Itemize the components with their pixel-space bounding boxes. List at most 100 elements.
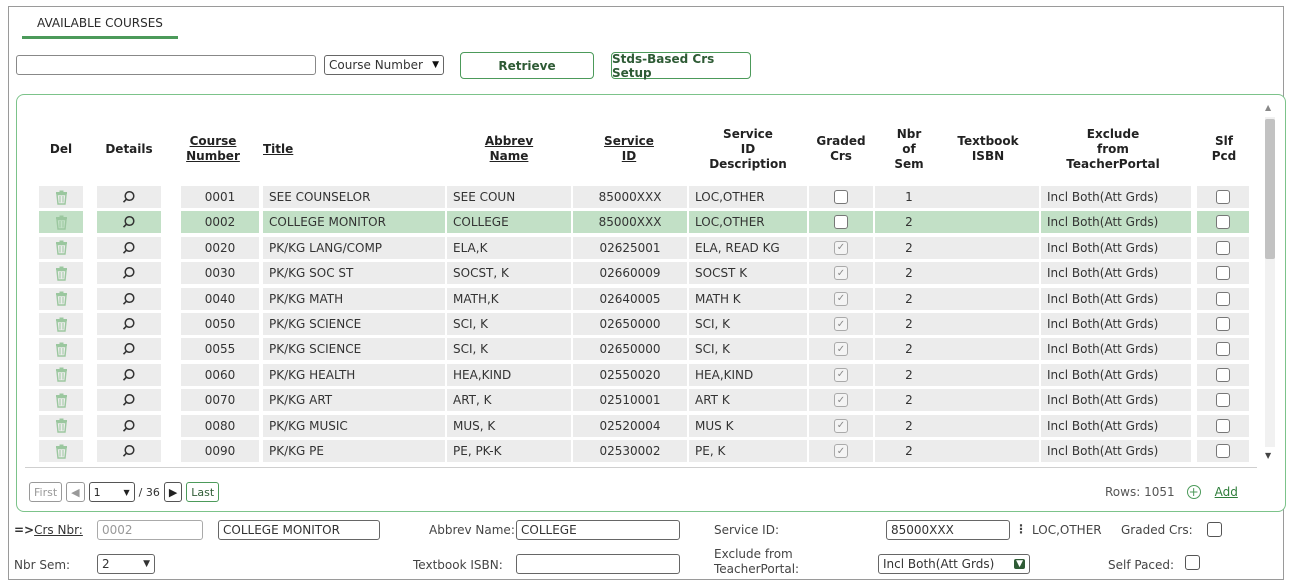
search-icon[interactable] xyxy=(122,419,136,433)
table-row[interactable]: 0040 PK/KG MATH MATH,K 02640005 MATH K ✓ 2 Incl… xyxy=(17,287,1257,312)
graded-checkbox[interactable]: ✓ xyxy=(834,317,848,331)
col-abbrev-name[interactable]: Abbrev Name xyxy=(449,117,569,181)
trash-icon[interactable] xyxy=(55,367,68,382)
cell-service-id: 02510001 xyxy=(573,389,687,412)
search-icon[interactable] xyxy=(122,444,136,458)
cell-abbrev: PE, PK-K xyxy=(447,440,571,462)
search-icon[interactable] xyxy=(122,215,136,229)
table-row[interactable]: 0055 PK/KG SCIENCE SCI, K 02650000 SCI, K ✓ 2 I… xyxy=(17,337,1257,362)
table-row[interactable]: 0050 PK/KG SCIENCE SCI, K 02650000 SCI, K ✓ 2 I… xyxy=(17,312,1257,337)
scroll-up-icon[interactable]: ▲ xyxy=(1265,103,1271,112)
self-paced-checkbox[interactable] xyxy=(1216,393,1230,408)
crs-nbr-link[interactable]: Crs Nbr: xyxy=(34,523,83,537)
self-paced-checkbox[interactable] xyxy=(1216,317,1230,331)
prev-page-button[interactable]: ◀ xyxy=(66,482,85,502)
search-input[interactable] xyxy=(16,55,316,75)
col-self-paced: Slf Pcd xyxy=(1211,134,1237,163)
trash-icon[interactable] xyxy=(55,444,68,459)
table-row[interactable]: 0001 SEE COUNSELOR SEE COUN 85000XXX LOC,OTH… xyxy=(17,185,1257,210)
graded-cell xyxy=(809,211,873,234)
graded-checkbox[interactable]: ✓ xyxy=(834,240,848,255)
add-plus-icon[interactable]: + xyxy=(1186,485,1201,499)
cell-service-desc: SOCST K xyxy=(689,262,807,285)
self-paced-checkbox[interactable] xyxy=(1216,291,1230,306)
col-title[interactable]: Title xyxy=(263,117,443,181)
graded-checkbox[interactable] xyxy=(834,215,848,230)
graded-checkbox[interactable]: ✓ xyxy=(834,444,848,458)
first-page-button[interactable]: First xyxy=(29,482,63,502)
exclude-teacherportal-select[interactable]: Incl Both(Att Grds) ▼ xyxy=(878,554,1030,574)
cell-title: PK/KG LANG/COMP xyxy=(263,236,445,259)
table-row[interactable]: 0002 COLLEGE MONITOR COLLEGE 85000XXX LOC,OT… xyxy=(17,210,1257,235)
trash-icon[interactable] xyxy=(55,342,68,357)
scroll-down-icon[interactable]: ▼ xyxy=(1265,451,1271,460)
table-row[interactable]: 0030 PK/KG SOC ST SOCST, K 02660009 SOCST K ✓… xyxy=(17,261,1257,286)
textbook-isbn-field[interactable] xyxy=(516,554,680,574)
self-paced-checkbox[interactable] xyxy=(1216,190,1230,204)
self-paced-checkbox[interactable] xyxy=(1216,342,1230,357)
self-paced-checkbox[interactable] xyxy=(1216,215,1230,230)
search-icon[interactable] xyxy=(122,190,136,204)
course-title-field[interactable]: COLLEGE MONITOR xyxy=(218,520,380,540)
graded-checkbox[interactable]: ✓ xyxy=(834,291,848,306)
self-paced-checkbox[interactable] xyxy=(1216,266,1230,281)
caret-right-icon: ▶ xyxy=(168,485,178,499)
table-row[interactable]: 0060 PK/KG HEALTH HEA,KIND 02550020 HEA,KIND… xyxy=(17,363,1257,388)
trash-icon[interactable] xyxy=(55,317,68,332)
retrieve-button[interactable]: Retrieve xyxy=(460,52,594,79)
trash-icon[interactable] xyxy=(55,418,68,433)
graded-checkbox[interactable]: ✓ xyxy=(834,266,848,281)
service-lookup-icon[interactable]: ⋮ xyxy=(1015,522,1027,536)
service-id-field[interactable]: 85000XXX xyxy=(886,520,1010,540)
grid-divider xyxy=(25,467,1257,468)
trash-icon[interactable] xyxy=(55,291,68,306)
graded-checkbox[interactable]: ✓ xyxy=(834,418,848,433)
trash-icon[interactable] xyxy=(55,240,68,255)
table-row[interactable]: 0090 PK/KG PE PE, PK-K 02530002 PE, K ✓ 2 Incl … xyxy=(17,439,1257,464)
abbrev-name-label: Abbrev Name: xyxy=(429,523,515,537)
trash-icon[interactable] xyxy=(55,266,68,281)
graded-checkbox[interactable]: ✓ xyxy=(834,342,848,357)
self-paced-checkbox[interactable] xyxy=(1185,555,1200,570)
graded-checkbox[interactable]: ✓ xyxy=(834,393,848,408)
graded-checkbox[interactable]: ✓ xyxy=(834,367,848,382)
add-link[interactable]: Add xyxy=(1215,485,1238,499)
self-paced-checkbox[interactable] xyxy=(1216,418,1230,433)
search-icon[interactable] xyxy=(122,241,136,255)
table-row[interactable]: 0080 PK/KG MUSIC MUS, K 02520004 MUS K ✓ 2 Incl… xyxy=(17,414,1257,439)
table-row[interactable]: 0070 PK/KG ART ART, K 02510001 ART K ✓ 2 Incl B… xyxy=(17,388,1257,413)
graded-checkbox[interactable] xyxy=(834,190,848,204)
delete-cell xyxy=(39,389,83,412)
cell-service-id: 02650000 xyxy=(573,338,687,361)
graded-cell: ✓ xyxy=(809,236,873,259)
grid-scrollbar[interactable]: ▲ ▼ xyxy=(1261,101,1279,461)
trash-icon[interactable] xyxy=(55,215,68,230)
search-icon[interactable] xyxy=(122,368,136,382)
search-icon[interactable] xyxy=(122,266,136,280)
crs-nbr-field[interactable]: 0002 xyxy=(97,520,203,540)
cell-sem: 2 xyxy=(875,287,943,310)
self-paced-checkbox[interactable] xyxy=(1216,367,1230,382)
trash-icon[interactable] xyxy=(55,393,68,408)
graded-crs-checkbox[interactable] xyxy=(1207,522,1222,537)
trash-icon[interactable] xyxy=(55,190,68,205)
self-paced-checkbox[interactable] xyxy=(1216,240,1230,255)
search-field-select[interactable]: Course Number ▼ xyxy=(324,55,444,75)
last-page-button[interactable]: Last xyxy=(186,482,220,502)
page-select[interactable]: 1 ▼ xyxy=(88,482,135,502)
search-icon[interactable] xyxy=(122,292,136,306)
search-icon[interactable] xyxy=(122,342,136,356)
self-paced-checkbox[interactable] xyxy=(1216,444,1230,458)
col-course-number[interactable]: Course Number xyxy=(181,117,245,181)
search-icon[interactable] xyxy=(122,393,136,407)
stds-based-setup-button[interactable]: Stds-Based Crs Setup xyxy=(611,52,751,80)
search-icon[interactable] xyxy=(122,317,136,331)
scrollbar-thumb[interactable] xyxy=(1265,119,1275,259)
cell-service-id: 85000XXX xyxy=(573,186,687,208)
abbrev-name-field[interactable]: COLLEGE xyxy=(516,520,680,540)
next-page-button[interactable]: ▶ xyxy=(163,482,183,502)
tab-available-courses[interactable]: AVAILABLE COURSES xyxy=(22,16,178,39)
table-row[interactable]: 0020 PK/KG LANG/COMP ELA,K 02625001 ELA, REA… xyxy=(17,236,1257,261)
col-service-id[interactable]: Service ID xyxy=(573,117,685,181)
nbr-sem-select[interactable]: 2 ▼ xyxy=(97,554,155,574)
